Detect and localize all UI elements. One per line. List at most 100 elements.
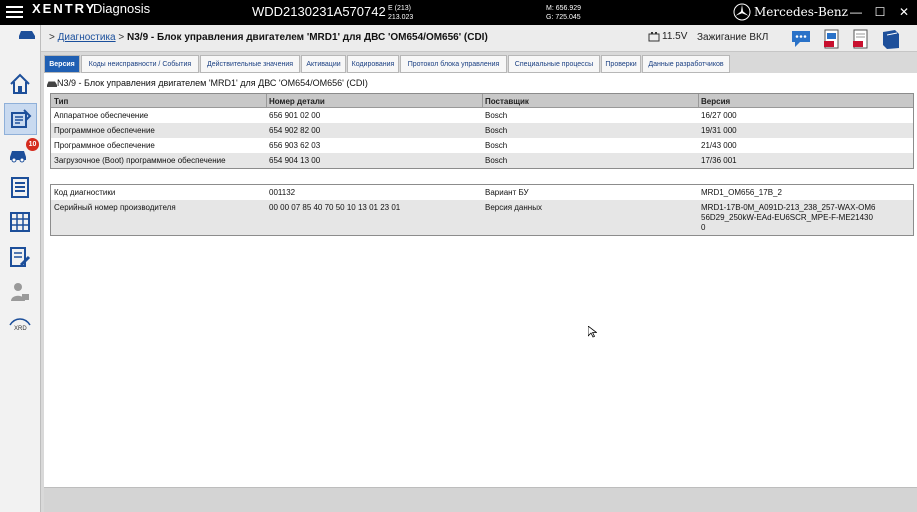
header-bar: > Диагностика > N3/9 - Блок управления д… [19,25,917,52]
nav-fault-codes[interactable]: 10 [4,138,39,170]
tab-coding[interactable]: Кодирования [347,55,399,73]
nav-home[interactable] [4,69,37,101]
table-row[interactable]: Программное обеспечение 654 902 82 00 Bo… [51,123,913,138]
breadcrumb: > Диагностика > N3/9 - Блок управления д… [49,32,488,43]
cell-supplier: Bosch [485,126,508,135]
window-controls: — ☐ ✕ [846,2,916,22]
cell-value-line1: MRD1-17B-0M_A091D-213_238_257-WAX-OM6 [701,203,876,212]
column-separator [266,94,267,108]
table-row[interactable]: Серийный номер производителя 00 00 07 85… [51,200,913,235]
cell-label: Код диагностики [54,188,116,197]
tab-strip: Версия Коды неисправности / События Дейс… [44,55,917,73]
chat-icon[interactable] [790,27,814,51]
car-icon [19,31,35,39]
cell-part-number: 654 902 82 00 [269,126,321,135]
table-row[interactable]: Программное обеспечение 656 903 62 03 Bo… [51,138,913,153]
fault-count-badge: 10 [26,138,39,151]
cell-supplier: Bosch [485,141,508,150]
footer-bar [44,487,917,512]
person-lock-icon [11,283,29,301]
mercedes-star-icon [733,3,751,21]
manual-book-icon[interactable] [879,27,903,51]
breadcrumb-current: N3/9 - Блок управления двигателем 'MRD1'… [127,32,488,43]
ignition-status: Зажигание ВКЛ [697,32,769,43]
app-brand: XENTRY [32,1,97,16]
cell-version: 16/27 000 [701,111,737,120]
battery-icon [648,32,660,42]
breadcrumb-separator: > [118,32,125,43]
cell-part-number: 654 904 13 00 [269,156,321,165]
e-code: E (213) 213.023 [388,4,413,22]
cell-part-number: 656 903 62 03 [269,141,321,150]
cell-value: 001132 [269,188,296,197]
column-header-part-number: Номер детали [269,97,325,106]
info-table: Код диагностики 001132 Вариант БУ MRD1_O… [50,184,914,236]
column-header-supplier: Поставщик [485,97,529,106]
pdf-document-icon[interactable] [849,27,873,51]
nav-security[interactable] [4,277,37,309]
cell-supplier: Bosch [485,111,508,120]
xrd-label: XRD [14,326,27,332]
tab-developer-data[interactable]: Данные разработчиков [642,55,730,73]
grid-icon [10,212,30,232]
table-header: Тип Номер детали Поставщик Версия [51,94,913,108]
document-wrench-icon [10,247,31,267]
g-code: G: 725.045 [546,14,581,21]
title-bar: XENTRY Diagnosis WDD2130231A570742 E (21… [0,0,917,25]
vin-number: WDD2130231A570742 [252,4,386,19]
close-icon[interactable]: ✕ [894,2,914,22]
list-icon [11,177,29,198]
cell-label: Серийный номер производителя [54,203,176,212]
column-separator [482,94,483,108]
pdf-report-icon[interactable] [820,27,844,51]
breadcrumb-separator: > [49,32,55,43]
nav-service[interactable] [4,242,37,274]
cell-type: Загрузочное (Boot) программное обеспечен… [54,156,226,165]
cell-type: Программное обеспечение [54,141,155,150]
cell-value: MRD1_OM656_17B_2 [701,188,782,197]
cell-value-line2: 56D29_250kW-EAd-EU6SCR_MPE-F-ME21430 [701,213,873,222]
column-separator [698,94,699,108]
car-small-icon [47,81,57,87]
tab-special-processes[interactable]: Специальные процессы [508,55,600,73]
cell-label: Вариант БУ [485,188,529,197]
control-unit-icon [11,109,32,128]
nav-control-unit[interactable] [4,103,37,135]
nav-grid[interactable] [4,207,37,239]
cell-type: Аппаратное обеспечение [54,111,149,120]
column-header-type: Тип [54,97,69,106]
left-sidebar: 10 XRD [0,25,41,512]
table-row[interactable]: Код диагностики 001132 Вариант БУ MRD1_O… [51,185,913,200]
e-code-line2: 213.023 [388,14,414,21]
breadcrumb-link-diagnostics[interactable]: Диагностика [58,32,116,43]
cell-part-number: 656 901 02 00 [269,111,321,120]
home-icon [10,73,30,94]
cell-type: Программное обеспечение [54,126,155,135]
nav-list[interactable] [4,172,37,204]
cell-version: 19/31 000 [701,126,737,135]
tab-control-unit-log[interactable]: Протокол блока управления [400,55,507,73]
version-table: Тип Номер детали Поставщик Версия Аппара… [50,93,914,169]
hamburger-menu-icon[interactable] [6,6,23,19]
e-code-line1: E (213) [388,5,411,12]
tab-checks[interactable]: Проверки [601,55,641,73]
content-panel: N3/9 - Блок управления двигателем 'MRD1'… [44,73,917,487]
tab-fault-codes[interactable]: Коды неисправности / События [81,55,199,73]
table-row[interactable]: Аппаратное обеспечение 656 901 02 00 Bos… [51,108,913,123]
tab-activations[interactable]: Активации [301,55,346,73]
app-name: Diagnosis [93,1,151,16]
table-row[interactable]: Загрузочное (Boot) программное обеспечен… [51,153,913,168]
tab-actual-values[interactable]: Действительные значения [200,55,300,73]
column-header-version: Версия [701,97,731,106]
tab-version[interactable]: Версия [44,55,80,73]
cell-supplier: Bosch [485,156,508,165]
cell-value: 00 00 07 85 40 70 50 10 13 01 23 01 [269,203,401,212]
minimize-icon[interactable]: — [846,2,866,22]
make-name: Mercedes-Benz [754,5,848,19]
cell-version: 21/43 000 [701,141,737,150]
cell-value-line3: 0 [701,223,706,232]
cell-label: Версия данных [485,203,542,212]
battery-voltage: 11.5V [662,31,688,42]
mouse-cursor-icon [588,326,597,338]
maximize-icon[interactable]: ☐ [870,2,890,22]
